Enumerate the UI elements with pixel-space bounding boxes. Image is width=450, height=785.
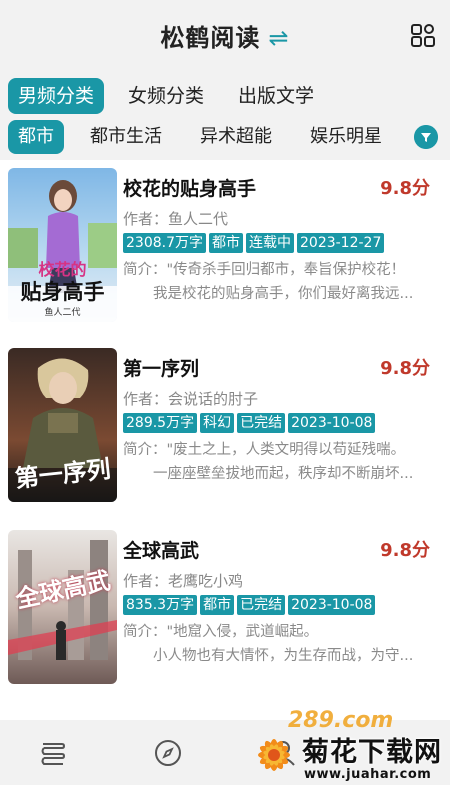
book-tags: 835.3万字 都市 已完结 2023-10-08 [123, 594, 378, 616]
filter-icon[interactable] [414, 125, 438, 149]
book-score: 9.8分 [380, 358, 430, 379]
tag-word-count: 289.5万字 [123, 413, 198, 433]
cover-title-bottom: 贴身高手 [20, 279, 105, 304]
sub-tab-bar: 都市 都市生活 异术超能 娱乐明星 [0, 114, 450, 160]
intro-line-2: 小人物也有大情怀，为生存而战，为守... [153, 648, 414, 664]
tag-date: 2023-12-27 [297, 233, 385, 253]
subtab-special-powers[interactable]: 异术超能 [190, 120, 282, 154]
compass-icon[interactable] [153, 738, 183, 768]
book-title[interactable]: 校花的贴身高手 [123, 174, 256, 201]
tab-female-category[interactable]: 女频分类 [118, 78, 214, 114]
watermark-url: www.juahar.com [304, 767, 432, 782]
book-intro: 简介："传奇杀手回归都市，奉旨保护校花！ 我是校花的贴身高手，你们最好离我远..… [123, 258, 433, 306]
subtab-entertainment-stars[interactable]: 娱乐明星 [300, 120, 392, 154]
grid-menu-icon[interactable] [410, 22, 436, 48]
cover-author: 鱼人二代 [44, 308, 81, 318]
book-cover[interactable]: 校花的 贴身高手 鱼人二代 [8, 168, 117, 322]
book-item[interactable]: 第一序列 第一序列 9.8分 作者：会说话的肘子 289.5万字 科幻 已完结 202… [0, 340, 450, 510]
book-intro: 简介："废土之上，人类文明得以苟延残喘。 一座座壁垒拔地而起，秩序却不断崩坏..… [123, 438, 433, 486]
tag-genre: 都市 [209, 233, 243, 253]
tag-status: 已完结 [237, 595, 286, 615]
tab-published-literature[interactable]: 出版文学 [228, 78, 324, 114]
intro-line-1: 简介："地窟入侵，武道崛起。 [123, 624, 319, 640]
book-author: 作者：会说话的肘子 [123, 390, 259, 408]
book-tags: 289.5万字 科幻 已完结 2023-10-08 [123, 412, 378, 434]
subtab-city[interactable]: 都市 [8, 120, 64, 154]
intro-line-2: 一座座壁垒拔地而起，秩序却不断崩坏... [153, 466, 414, 482]
tab-male-category[interactable]: 男频分类 [8, 78, 105, 114]
intro-line-2: 我是校花的贴身高手，你们最好离我远... [153, 286, 414, 302]
tag-date: 2023-10-08 [288, 413, 376, 433]
tag-genre: 都市 [200, 595, 235, 615]
bookshelf-icon[interactable] [38, 738, 68, 768]
intro-line-1: 简介："废土之上，人类文明得以苟延残喘。 [123, 442, 406, 458]
tag-word-count: 2308.7万字 [123, 233, 206, 253]
intro-line-1: 简介："传奇杀手回归都市，奉旨保护校花！ [123, 262, 406, 278]
watermark-title: 菊花下载网 [302, 737, 442, 768]
book-item[interactable]: 校花的 贴身高手 鱼人二代 校花的贴身高手 9.8分 作者：鱼人二代 2308.… [0, 160, 450, 330]
tag-date: 2023-10-08 [288, 595, 376, 615]
tag-genre: 科幻 [200, 413, 235, 433]
tag-status: 已完结 [237, 413, 286, 433]
tag-status: 连载中 [246, 233, 294, 253]
book-item[interactable]: 全球高武 全球高武 9.8分 作者：老鹰吃小鸡 835.3万字 都市 已完结 2023… [0, 522, 450, 692]
swap-icon[interactable]: ⇌ [268, 24, 289, 52]
top-bar: 松鹤阅读 ⇌ [0, 0, 450, 70]
flower-logo-icon [258, 739, 290, 771]
book-score: 9.8分 [380, 540, 430, 561]
subtab-city-life[interactable]: 都市生活 [80, 120, 172, 154]
book-intro: 简介："地窟入侵，武道崛起。 小人物也有大情怀，为生存而战，为守... [123, 620, 433, 668]
tag-word-count: 835.3万字 [123, 595, 198, 615]
book-title[interactable]: 全球高武 [123, 536, 199, 563]
app-title-text: 松鹤阅读 [160, 24, 261, 52]
watermark: 289.com 菊花下载网 www.juahar.com [248, 708, 450, 785]
book-cover[interactable]: 第一序列 [8, 348, 117, 502]
book-tags: 2308.7万字 都市 连载中 2023-12-27 [123, 232, 387, 254]
book-title[interactable]: 第一序列 [123, 354, 199, 381]
book-cover[interactable]: 全球高武 [8, 530, 117, 684]
book-score: 9.8分 [380, 178, 430, 199]
app-title: 松鹤阅读 ⇌ [0, 18, 450, 53]
book-list: 校花的 贴身高手 鱼人二代 校花的贴身高手 9.8分 作者：鱼人二代 2308.… [0, 160, 450, 720]
book-author: 作者：鱼人二代 [123, 210, 229, 228]
book-author: 作者：老鹰吃小鸡 [123, 572, 244, 590]
main-tab-bar: 男频分类 女频分类 出版文学 [0, 70, 450, 120]
